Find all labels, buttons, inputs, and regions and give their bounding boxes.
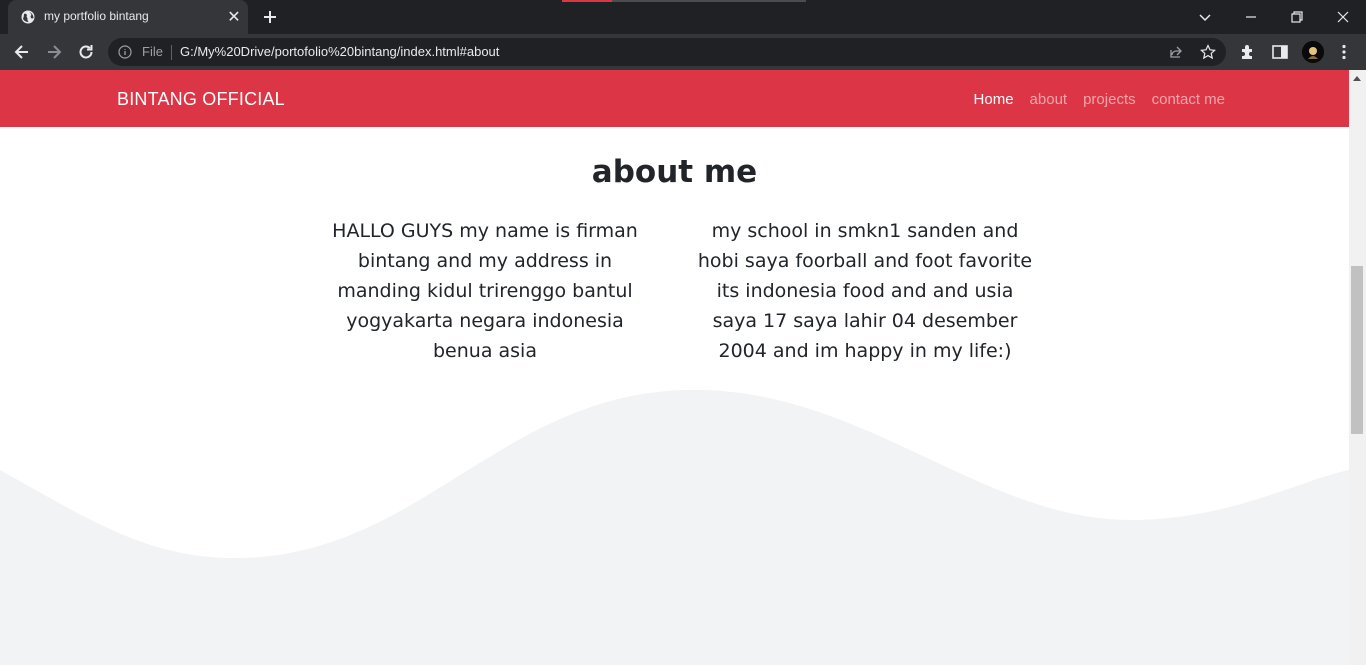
nav-link-contact[interactable]: contact me — [1152, 91, 1225, 108]
scroll-thumb[interactable] — [1351, 266, 1363, 434]
omnibox-divider — [171, 45, 172, 60]
minimize-icon[interactable] — [1241, 7, 1261, 27]
tab-strip: my portfolio bintang ✕ — [0, 0, 1366, 34]
forward-arrow-icon[interactable] — [44, 42, 64, 62]
nav-link-projects[interactable]: projects — [1083, 91, 1136, 108]
tab-group-indicator — [562, 0, 612, 2]
address-bar[interactable]: File G:/My%20Drive/portofolio%20bintang/… — [108, 38, 1226, 66]
window-close-icon[interactable] — [1333, 7, 1353, 27]
extensions-icon[interactable] — [1238, 42, 1258, 62]
reload-icon[interactable] — [76, 42, 96, 62]
info-icon[interactable] — [118, 45, 132, 59]
site-navbar: BINTANG OFFICIAL Home about projects con… — [0, 70, 1349, 127]
tab-group-indicator-track — [612, 0, 806, 2]
avatar[interactable] — [1302, 41, 1324, 63]
nav-link-home[interactable]: Home — [974, 91, 1014, 108]
url-text[interactable]: G:/My%20Drive/portofolio%20bintang/index… — [180, 44, 499, 59]
menu-dots-icon[interactable] — [1334, 42, 1354, 62]
browser-tab[interactable]: my portfolio bintang ✕ — [8, 0, 248, 34]
about-paragraph-left: HALLO GUYS my name is firman bintang and… — [332, 220, 638, 362]
back-arrow-icon[interactable] — [12, 42, 32, 62]
page-viewport: BINTANG OFFICIAL Home about projects con… — [0, 70, 1349, 665]
side-panel-icon[interactable] — [1270, 42, 1290, 62]
scheme-label: File — [142, 44, 163, 59]
close-icon[interactable]: ✕ — [226, 9, 242, 25]
scrollbar[interactable] — [1349, 70, 1366, 665]
nav-link-about[interactable]: about — [1030, 91, 1068, 108]
share-icon[interactable] — [1168, 44, 1184, 60]
wave-divider — [0, 389, 1349, 665]
scroll-up-arrow[interactable] — [1353, 76, 1361, 81]
page-title: about me — [591, 154, 758, 190]
globe-icon — [21, 10, 35, 24]
nav-links: Home about projects contact me — [974, 91, 1225, 108]
chevron-down-icon[interactable] — [1195, 7, 1215, 27]
about-paragraph-right: my school in smkn1 sanden and hobi saya … — [697, 220, 1033, 362]
tab-title: my portfolio bintang — [44, 9, 149, 23]
star-icon[interactable] — [1200, 44, 1216, 60]
restore-icon[interactable] — [1287, 7, 1307, 27]
plus-icon[interactable] — [260, 7, 280, 27]
browser-toolbar: File G:/My%20Drive/portofolio%20bintang/… — [0, 34, 1366, 70]
site-brand[interactable]: BINTANG OFFICIAL — [117, 89, 285, 110]
